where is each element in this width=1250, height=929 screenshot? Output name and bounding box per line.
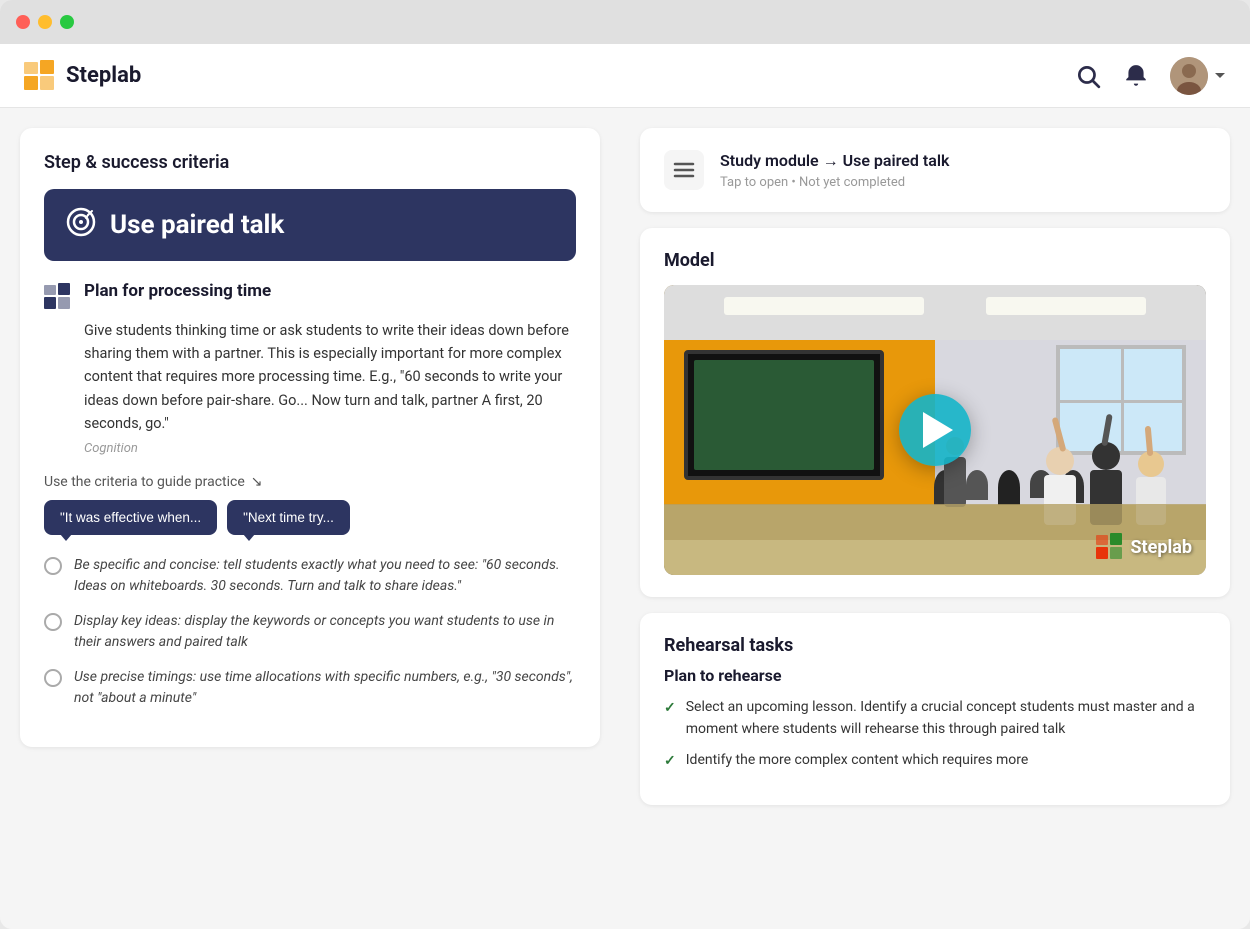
breadcrumb-text: Study module → Use paired talk Tap to op… [720,151,949,190]
radio-circle-1[interactable] [44,557,62,575]
video-watermark: Steplab [1096,533,1192,561]
menu-icon [673,161,695,179]
panel-title: Step & success criteria [44,152,576,173]
breadcrumb-sub: Tap to open • Not yet completed [720,175,949,190]
top-navigation: Steplab [0,44,1250,108]
next-time-button[interactable]: "Next time try... [227,500,350,535]
criteria-block: Plan for processing time Give students t… [44,281,576,456]
breadcrumb-card: Study module → Use paired talk Tap to op… [640,128,1230,212]
checklist-item-2: Identify the more complex content which … [686,750,1029,772]
step-header: Use paired talk [44,189,576,261]
step-title: Use paired talk [110,210,284,240]
criteria-tag: Cognition [84,441,576,456]
effective-when-button[interactable]: "It was effective when... [44,500,217,535]
brand-logo-icon [24,60,56,92]
brand[interactable]: Steplab [24,60,141,92]
step-goal-icon [66,207,96,243]
model-title: Model [664,250,1206,271]
success-item-2: Display key ideas: display the keywords … [74,611,576,653]
checklist-item: ✓ Identify the more complex content whic… [664,750,1206,773]
titlebar [0,0,1250,44]
minimize-button[interactable] [38,15,52,29]
user-avatar-button[interactable] [1170,57,1226,95]
avatar [1170,57,1208,95]
close-button[interactable] [16,15,30,29]
watermark-logo-icon [1096,533,1124,561]
search-button[interactable] [1074,62,1102,90]
checklist-item: ✓ Select an upcoming lesson. Identify a … [664,697,1206,740]
app-window: Steplab [0,0,1250,929]
list-item: Use precise timings: use time allocation… [44,667,576,709]
step-criteria-card: Step & success criteria Use paired talk [20,128,600,747]
success-item-3: Use precise timings: use time allocation… [74,667,576,709]
success-criteria-list: Be specific and concise: tell students e… [44,555,576,709]
criteria-steplab-icon [44,283,72,311]
radio-circle-2[interactable] [44,613,62,631]
plan-subtitle: Plan to rehearse [664,666,1206,685]
left-panel: Step & success criteria Use paired talk [0,108,620,929]
maximize-button[interactable] [60,15,74,29]
brand-name: Steplab [66,63,141,88]
traffic-lights [16,15,74,29]
guide-label: Use the criteria to guide practice [44,474,245,490]
avatar-image [1170,57,1208,95]
radio-circle-3[interactable] [44,669,62,687]
success-item-1: Be specific and concise: tell students e… [74,555,576,597]
guide-text: Use the criteria to guide practice ↘ [44,474,576,490]
right-panel: Study module → Use paired talk Tap to op… [620,108,1250,929]
criteria-header: Plan for processing time [44,281,576,311]
video-thumbnail: Steplab [664,285,1206,575]
arrow-icon: ↘ [251,474,263,490]
video-container[interactable]: Steplab [664,285,1206,575]
play-triangle-icon [923,412,953,448]
rehearsal-card: Rehearsal tasks Plan to rehearse ✓ Selec… [640,613,1230,805]
chevron-down-icon [1214,72,1226,80]
menu-icon-wrap [664,150,704,190]
watermark-text: Steplab [1130,537,1192,558]
check-icon-2: ✓ [664,751,676,773]
criteria-title: Plan for processing time [84,281,271,301]
bell-icon[interactable] [1122,62,1150,90]
rehearsal-title: Rehearsal tasks [664,635,1206,656]
criteria-body: Give students thinking time or ask stude… [84,319,576,435]
main-content: Step & success criteria Use paired talk [0,108,1250,929]
rehearsal-checklist: ✓ Select an upcoming lesson. Identify a … [664,697,1206,773]
list-item: Display key ideas: display the keywords … [44,611,576,653]
list-item: Be specific and concise: tell students e… [44,555,576,597]
checklist-item-1: Select an upcoming lesson. Identify a cr… [686,697,1206,740]
model-card: Model [640,228,1230,597]
nav-right [1074,57,1226,95]
feedback-buttons: "It was effective when... "Next time try… [44,500,576,535]
video-play-button[interactable] [899,394,971,466]
check-icon-1: ✓ [664,698,676,720]
breadcrumb-main: Study module → Use paired talk [720,151,949,171]
